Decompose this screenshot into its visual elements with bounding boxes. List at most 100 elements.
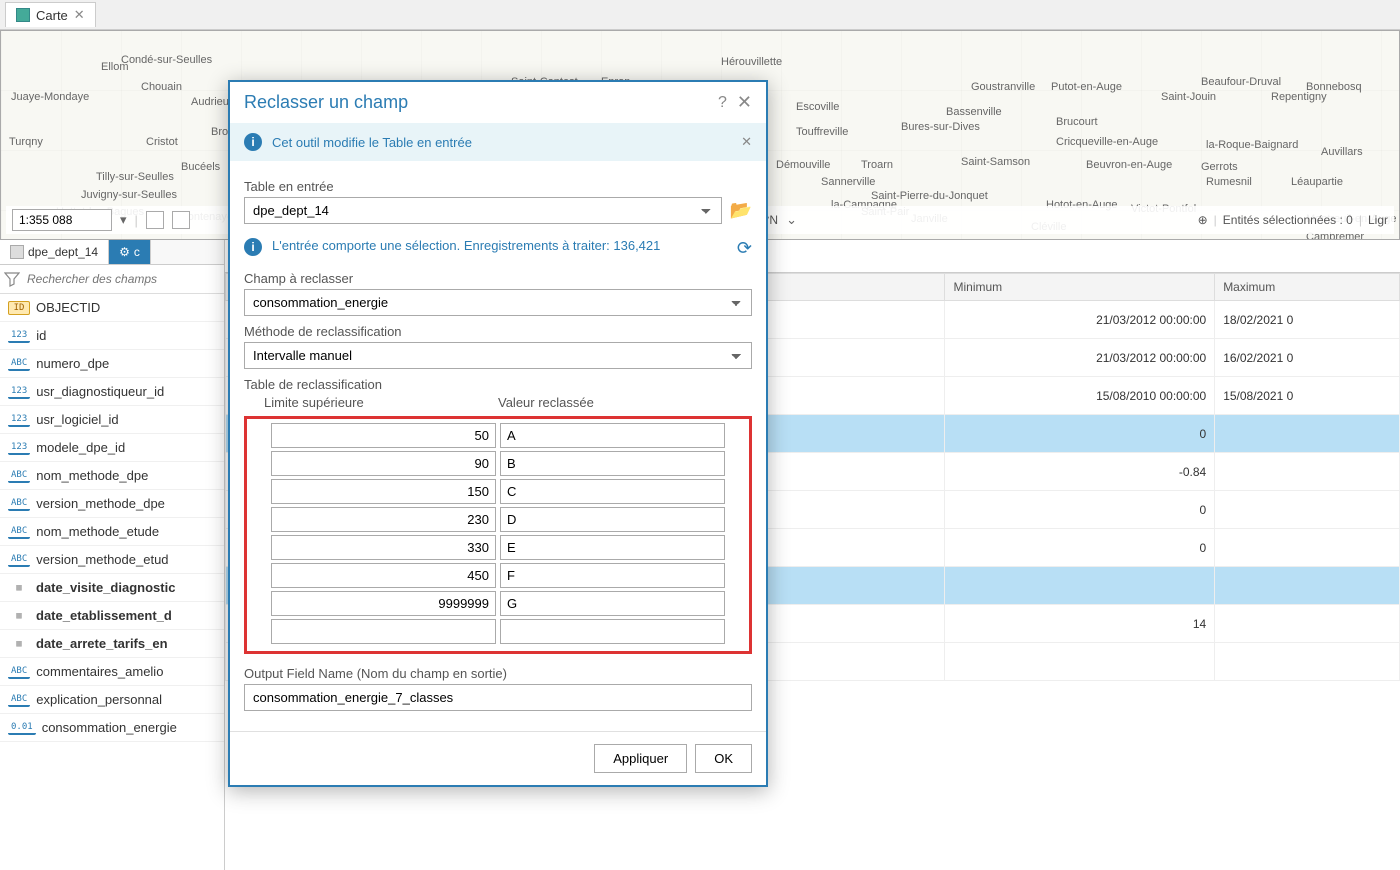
field-name: consommation_energie bbox=[42, 720, 177, 735]
tool-icon-1[interactable] bbox=[146, 211, 164, 229]
reclass-upper-input[interactable] bbox=[271, 507, 496, 532]
input-output-field[interactable] bbox=[244, 684, 752, 711]
field-type-badge: ABC bbox=[8, 553, 30, 567]
cell-max: 16/02/2021 0 bbox=[1215, 339, 1400, 377]
help-icon[interactable]: ? bbox=[718, 94, 727, 112]
target-icon[interactable]: ⊕ bbox=[1198, 213, 1208, 227]
chevron-down-icon[interactable]: ▾ bbox=[120, 212, 127, 228]
reclass-value-input[interactable] bbox=[500, 535, 725, 560]
field-row[interactable]: 123id bbox=[0, 322, 224, 350]
cell-max bbox=[1215, 415, 1400, 453]
reclass-upper-input[interactable] bbox=[271, 479, 496, 504]
cell-min bbox=[945, 643, 1215, 681]
map-place-label: Saint-Jouin bbox=[1161, 91, 1216, 103]
close-icon[interactable]: ✕ bbox=[741, 134, 752, 150]
map-place-label: Audrieu bbox=[191, 96, 229, 108]
close-icon[interactable]: ✕ bbox=[737, 92, 752, 113]
map-place-label: Saint-Ouen-du-Mesnil-Oger bbox=[941, 238, 1076, 240]
header-upper: Limite supérieure bbox=[264, 395, 498, 410]
reclass-upper-input[interactable] bbox=[271, 423, 496, 448]
fp-tab-other[interactable]: ⚙ c bbox=[109, 240, 151, 264]
reclass-dialog: Reclasser un champ ? ✕ i Cet outil modif… bbox=[228, 80, 768, 787]
field-row[interactable]: ABCnom_methode_etude bbox=[0, 518, 224, 546]
close-icon[interactable]: ✕ bbox=[74, 7, 85, 23]
reclass-value-input[interactable] bbox=[500, 479, 725, 504]
field-name: version_methode_dpe bbox=[36, 496, 165, 511]
field-row[interactable]: ▦date_etablissement_d bbox=[0, 602, 224, 630]
reclass-value-input[interactable] bbox=[500, 451, 725, 476]
reclass-value-input[interactable] bbox=[500, 591, 725, 616]
map-place-label: Cristot bbox=[146, 136, 178, 148]
folder-icon[interactable]: 📂 bbox=[730, 200, 752, 221]
reclass-upper-input[interactable] bbox=[271, 619, 496, 644]
field-row[interactable]: ABC version_methode_dpe bbox=[0, 490, 224, 518]
field-type-badge: ABC bbox=[8, 693, 30, 707]
reclass-upper-input[interactable] bbox=[271, 535, 496, 560]
field-name: nom_methode_dpe bbox=[36, 468, 148, 483]
field-type-badge: 123 bbox=[8, 329, 30, 343]
scale-input[interactable] bbox=[12, 209, 112, 231]
refresh-icon[interactable]: ⟳ bbox=[737, 238, 752, 259]
tool-icon-2[interactable] bbox=[172, 211, 190, 229]
field-row[interactable]: 123usr_logiciel_id bbox=[0, 406, 224, 434]
field-row[interactable]: IDOBJECTID bbox=[0, 294, 224, 322]
map-place-label: Saint-Samson bbox=[961, 156, 1030, 168]
field-type-badge: ▦ bbox=[8, 638, 30, 650]
input-champ[interactable]: consommation_energie bbox=[244, 289, 752, 316]
map-place-label: Chouain bbox=[141, 81, 182, 93]
map-place-label: Goustranville bbox=[971, 81, 1035, 93]
field-row[interactable]: ABCcommentaires_amelio bbox=[0, 658, 224, 686]
fp-tab-table[interactable]: dpe_dept_14 bbox=[0, 240, 109, 264]
reclass-upper-input[interactable] bbox=[271, 591, 496, 616]
reclass-headers: Limite supérieure Valeur reclassée bbox=[244, 395, 752, 410]
field-row[interactable]: ABCnumero_dpe bbox=[0, 350, 224, 378]
field-name: modele_dpe_id bbox=[36, 440, 125, 455]
reclass-upper-input[interactable] bbox=[271, 451, 496, 476]
field-type-badge: 123 bbox=[8, 441, 30, 455]
field-row[interactable]: ▦date_visite_diagnostic bbox=[0, 574, 224, 602]
field-row[interactable]: 0.01consommation_energie bbox=[0, 714, 224, 742]
field-row[interactable]: ABCexplication_personnal bbox=[0, 686, 224, 714]
reclass-value-input[interactable] bbox=[500, 619, 725, 644]
map-place-label: Ellom bbox=[101, 61, 129, 73]
cell-max bbox=[1215, 453, 1400, 491]
map-place-label: Bonnebosq bbox=[1306, 81, 1362, 93]
cell-max: 18/02/2021 0 bbox=[1215, 301, 1400, 339]
ok-button[interactable]: OK bbox=[695, 744, 752, 773]
header-value: Valeur reclassée bbox=[498, 395, 732, 410]
field-type-badge: ABC bbox=[8, 497, 30, 511]
filter-icon[interactable] bbox=[4, 271, 20, 287]
apply-button[interactable]: Appliquer bbox=[594, 744, 687, 773]
reclass-value-input[interactable] bbox=[500, 563, 725, 588]
field-row[interactable]: 123usr_diagnostiqueur_id bbox=[0, 378, 224, 406]
field-row[interactable]: ABCversion_methode_etud bbox=[0, 546, 224, 574]
field-name: date_etablissement_d bbox=[36, 608, 172, 623]
field-type-badge: ▦ bbox=[8, 582, 30, 594]
reclass-value-input[interactable] bbox=[500, 507, 725, 532]
reclass-upper-input[interactable] bbox=[271, 563, 496, 588]
field-search-input[interactable] bbox=[24, 269, 220, 289]
reclass-value-input[interactable] bbox=[500, 423, 725, 448]
map-tab-bar: Carte ✕ bbox=[0, 0, 1400, 30]
map-place-label: Juvigny-sur-Seulles bbox=[81, 189, 177, 201]
field-name: date_arrete_tarifs_en bbox=[36, 636, 168, 651]
stats-column-header[interactable]: Maximum bbox=[1215, 274, 1400, 301]
input-table[interactable]: dpe_dept_14 bbox=[244, 197, 722, 224]
dialog-footer: Appliquer OK bbox=[230, 731, 766, 785]
chevron-down-icon[interactable]: ⌄ bbox=[786, 212, 797, 228]
field-row[interactable]: ▦ date_arrete_tarifs_en bbox=[0, 630, 224, 658]
field-type-badge: ABC bbox=[8, 469, 30, 483]
fp-tab-label: c bbox=[134, 245, 140, 259]
tab-carte[interactable]: Carte ✕ bbox=[5, 2, 96, 27]
info-icon: i bbox=[244, 133, 262, 151]
input-methode[interactable]: Intervalle manuel bbox=[244, 342, 752, 369]
map-place-label: Touffreville bbox=[796, 126, 848, 138]
label-reclass-table: Table de reclassification bbox=[244, 377, 752, 392]
map-place-label: Cricqueville-en-Auge bbox=[1056, 136, 1158, 148]
field-type-badge: 123 bbox=[8, 385, 30, 399]
field-row[interactable]: 123 modele_dpe_id bbox=[0, 434, 224, 462]
stats-column-header[interactable]: Minimum bbox=[945, 274, 1215, 301]
field-row[interactable]: ABC nom_methode_dpe bbox=[0, 462, 224, 490]
selection-info: i L'entrée comporte une sélection. Enreg… bbox=[244, 234, 752, 263]
map-place-label: Juaye-Mondaye bbox=[11, 91, 89, 103]
